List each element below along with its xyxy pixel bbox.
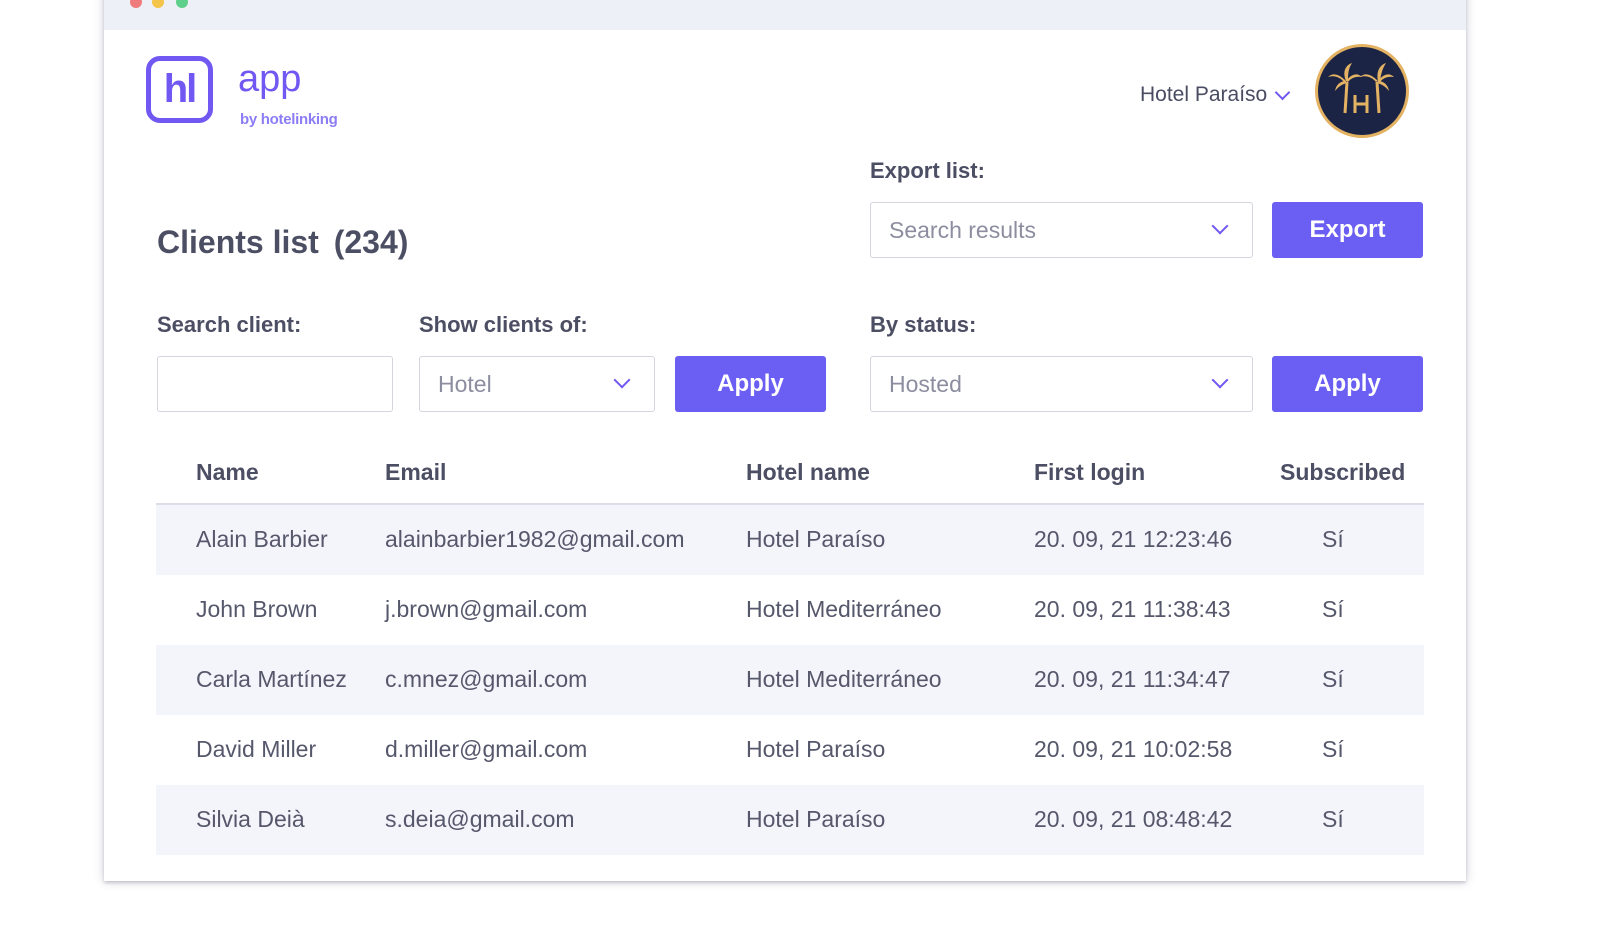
show-clients-label: Show clients of: — [419, 312, 588, 337]
search-client-input[interactable] — [157, 356, 393, 412]
apply-status-button[interactable]: Apply — [1272, 356, 1423, 412]
export-list-value: Search results — [889, 216, 1037, 243]
cell-first-login: 20. 09, 21 11:38:43 — [1034, 596, 1231, 622]
apply-clients-button[interactable]: Apply — [675, 356, 826, 412]
status-value: Hosted — [889, 370, 962, 397]
clients-count: (234) — [333, 224, 409, 260]
page-title: Clients list (234) — [157, 224, 408, 261]
cell-hotel: Hotel Mediterráneo — [746, 666, 942, 692]
table-row[interactable]: Alain Barbier alainbarbier1982@gmail.com… — [156, 505, 1424, 575]
column-header-subscribed[interactable]: Subscribed — [1280, 459, 1405, 486]
show-clients-value: Hotel — [438, 370, 492, 397]
cell-first-login: 20. 09, 21 10:02:58 — [1034, 736, 1233, 762]
cell-subscribed: Sí — [1322, 596, 1344, 622]
cell-hotel: Hotel Paraíso — [746, 806, 886, 832]
cell-name: Alain Barbier — [196, 526, 328, 552]
page-title-text: Clients list — [157, 224, 319, 260]
cell-name: John Brown — [196, 596, 318, 622]
cell-name: David Miller — [196, 736, 317, 762]
column-header-email[interactable]: Email — [385, 459, 446, 486]
cell-hotel: Hotel Mediterráneo — [746, 596, 942, 622]
column-header-name[interactable]: Name — [196, 459, 259, 486]
cell-hotel: Hotel Paraíso — [746, 526, 886, 552]
status-select[interactable]: Hosted — [870, 356, 1253, 412]
cell-email: alainbarbier1982@gmail.com — [385, 526, 685, 552]
cell-hotel: Hotel Paraíso — [746, 736, 886, 762]
table-header: Name Email Hotel name First login Subscr… — [156, 442, 1424, 505]
palm-tree-icon — [1328, 63, 1394, 114]
hotel-avatar[interactable] — [1315, 44, 1409, 138]
show-clients-select[interactable]: Hotel — [419, 356, 655, 412]
search-client-label: Search client: — [157, 312, 302, 337]
clients-table: Name Email Hotel name First login Subscr… — [156, 442, 1424, 855]
cell-email: c.mnez@gmail.com — [385, 666, 588, 692]
cell-name: Silvia Deià — [196, 806, 305, 832]
close-window-dot[interactable] — [130, 0, 142, 8]
cell-first-login: 20. 09, 21 08:48:42 — [1034, 806, 1233, 832]
table-row[interactable]: Silvia Deià s.deia@gmail.com Hotel Paraí… — [156, 785, 1424, 855]
hotelinking-logo-icon: hl — [146, 56, 213, 123]
chevron-down-icon — [1211, 217, 1229, 235]
table-row[interactable]: David Miller d.miller@gmail.com Hotel Pa… — [156, 715, 1424, 785]
export-button[interactable]: Export — [1272, 202, 1423, 258]
hotel-selector[interactable]: Hotel Paraíso — [1140, 83, 1291, 107]
table-row[interactable]: John Brown j.brown@gmail.com Hotel Medit… — [156, 575, 1424, 645]
cell-email: s.deia@gmail.com — [385, 806, 575, 832]
column-header-first-login[interactable]: First login — [1034, 459, 1145, 486]
maximize-window-dot[interactable] — [176, 0, 188, 8]
minimize-window-dot[interactable] — [152, 0, 164, 8]
logo-byline: by hotelinking — [240, 111, 338, 128]
title-bar — [104, 0, 1466, 30]
chevron-down-icon — [1211, 371, 1229, 389]
logo-mark-text: hl — [163, 67, 198, 111]
cell-name: Carla Martínez — [196, 666, 347, 692]
logo-app-name: app — [238, 58, 302, 100]
app-window: hl app by hotelinking Hotel Paraíso Expo… — [104, 0, 1466, 881]
chevron-down-icon — [1274, 84, 1291, 101]
table-row[interactable]: Carla Martínez c.mnez@gmail.com Hotel Me… — [156, 645, 1424, 715]
hotel-selector-label: Hotel Paraíso — [1140, 83, 1268, 106]
cell-subscribed: Sí — [1322, 806, 1344, 832]
chevron-down-icon — [613, 371, 631, 389]
column-header-hotel[interactable]: Hotel name — [746, 459, 870, 486]
cell-first-login: 20. 09, 21 12:23:46 — [1034, 526, 1233, 552]
export-list-select[interactable]: Search results — [870, 202, 1253, 258]
by-status-label: By status: — [870, 312, 977, 337]
cell-subscribed: Sí — [1322, 666, 1344, 692]
cell-subscribed: Sí — [1322, 736, 1344, 762]
cell-email: j.brown@gmail.com — [385, 596, 588, 622]
export-list-label: Export list: — [870, 158, 985, 183]
cell-subscribed: Sí — [1322, 526, 1344, 552]
cell-email: d.miller@gmail.com — [385, 736, 588, 762]
cell-first-login: 20. 09, 21 11:34:47 — [1034, 666, 1231, 692]
